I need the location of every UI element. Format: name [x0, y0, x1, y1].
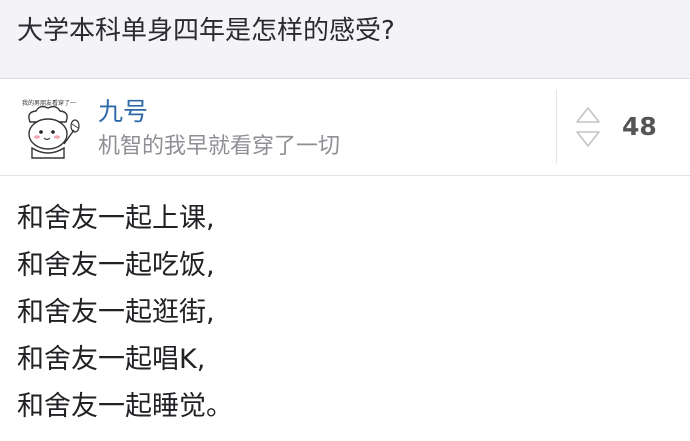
answer-line: 和舍友一起逛街, — [17, 297, 215, 328]
answer-line: 和舍友一起上课, — [17, 203, 215, 234]
answer-body: 和舍友一起上课, 和舍友一起吃饭, 和舍友一起逛街, 和舍友一起唱K, 和舍友一… — [17, 195, 677, 430]
avatar-caption-text: 我的男朋友看穿了一 — [22, 99, 76, 107]
vote-arrows-icon[interactable] — [574, 102, 602, 154]
answer-line: 和舍友一起睡觉。 — [17, 391, 233, 422]
question-title[interactable]: 大学本科单身四年是怎样的感受? — [17, 14, 395, 48]
author-bar: 我的男朋友看穿了一 九号 机智的我早就看穿了一切 48 — [0, 80, 690, 176]
question-header: 大学本科单身四年是怎样的感受? — [0, 0, 690, 79]
answer-line: 和舍友一起唱K, — [17, 344, 206, 375]
author-name[interactable]: 九号 — [98, 96, 148, 128]
answer-line: 和舍友一起吃饭, — [17, 250, 215, 281]
author-bio: 机智的我早就看穿了一切 — [98, 134, 341, 159]
vote-button[interactable]: 48 — [570, 102, 680, 154]
cartoon-avatar-icon[interactable]: 我的男朋友看穿了一 — [16, 96, 82, 162]
vote-divider — [556, 90, 557, 164]
vote-count: 48 — [622, 112, 657, 141]
